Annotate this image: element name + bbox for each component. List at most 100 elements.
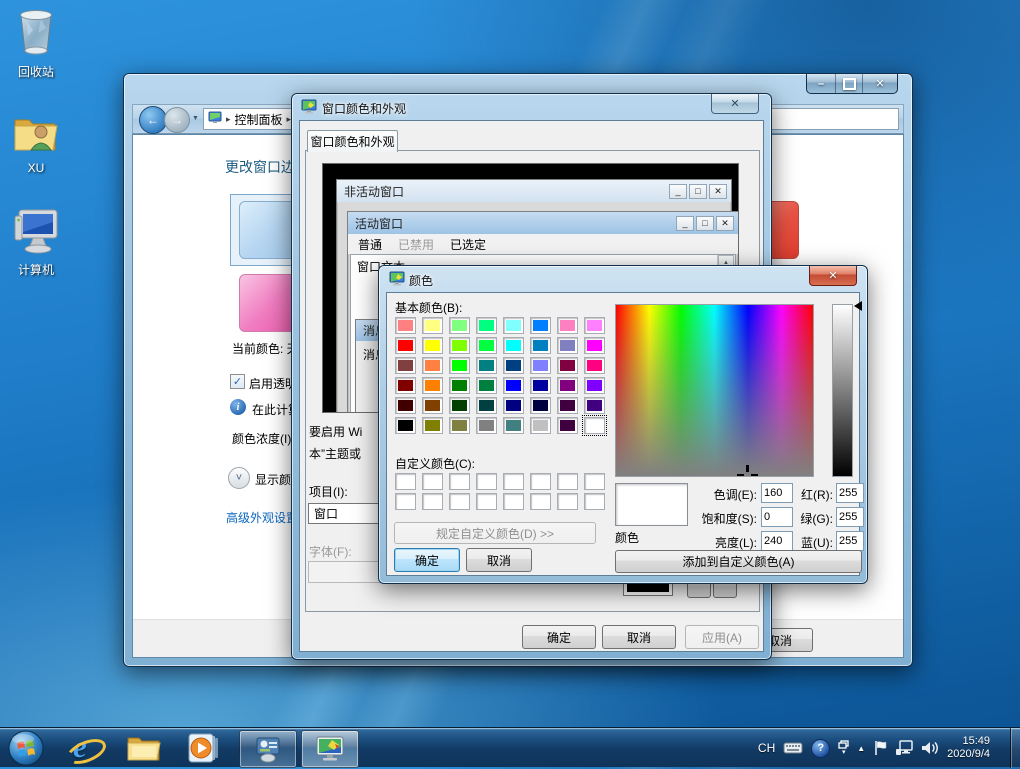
color-swatch[interactable] bbox=[557, 397, 578, 414]
transparency-checkbox[interactable]: ✓ bbox=[230, 374, 245, 389]
ime-toolbar-icon[interactable]: ▾ bbox=[838, 740, 849, 756]
color-swatch[interactable] bbox=[395, 357, 416, 374]
color-swatch[interactable] bbox=[476, 493, 497, 510]
taskbar-control-panel-button[interactable] bbox=[239, 730, 297, 768]
luminance-slider[interactable] bbox=[832, 304, 853, 477]
color-swatch[interactable] bbox=[530, 493, 551, 510]
color-swatch[interactable] bbox=[557, 337, 578, 354]
desktop-icon-recycle-bin[interactable]: 回收站 bbox=[0, 6, 72, 80]
action-center-flag-icon[interactable] bbox=[873, 740, 887, 756]
color-swatch[interactable] bbox=[584, 493, 605, 510]
minimize-button[interactable]: – bbox=[807, 74, 835, 93]
red-input[interactable] bbox=[836, 483, 864, 503]
back-button[interactable]: ← bbox=[139, 106, 167, 134]
color-swatch[interactable] bbox=[476, 377, 497, 394]
search-input[interactable] bbox=[762, 108, 899, 130]
green-input[interactable] bbox=[836, 507, 864, 527]
color-swatch[interactable] bbox=[503, 337, 524, 354]
color-swatch[interactable] bbox=[449, 357, 470, 374]
tab-window-color-appearance[interactable]: 窗口颜色和外观 bbox=[307, 130, 398, 152]
color-swatch[interactable] bbox=[476, 473, 497, 490]
color-swatch[interactable] bbox=[449, 397, 470, 414]
recent-pages-caret[interactable]: ▼ bbox=[192, 115, 199, 122]
saturation-input[interactable] bbox=[761, 507, 793, 527]
color-swatch[interactable] bbox=[530, 317, 551, 334]
color-swatch[interactable] bbox=[584, 357, 605, 374]
color-swatch-pink[interactable] bbox=[239, 274, 297, 332]
color-swatch[interactable] bbox=[530, 397, 551, 414]
forward-button-disabled[interactable]: → bbox=[164, 107, 190, 133]
color-swatch[interactable] bbox=[422, 473, 443, 490]
appearance-dialog-close-button[interactable]: ✕ bbox=[711, 94, 759, 114]
color-swatch[interactable] bbox=[584, 317, 605, 334]
blue-input[interactable] bbox=[836, 531, 864, 551]
color-swatch[interactable] bbox=[449, 377, 470, 394]
color-swatch[interactable] bbox=[449, 493, 470, 510]
appearance-dialog-titlebar[interactable]: 窗口颜色和外观 ✕ bbox=[292, 94, 771, 120]
breadcrumb-item[interactable]: 控制面板 bbox=[235, 111, 283, 128]
show-mixer-expander[interactable]: ˅ bbox=[228, 467, 250, 489]
color-swatch[interactable] bbox=[503, 357, 524, 374]
advanced-appearance-link[interactable]: 高级外观设置 bbox=[226, 509, 298, 526]
hue-saturation-field[interactable] bbox=[615, 304, 814, 477]
color-swatch[interactable] bbox=[422, 377, 443, 394]
color-swatch[interactable] bbox=[395, 317, 416, 334]
color-swatch[interactable] bbox=[584, 417, 605, 434]
show-hidden-icons-button[interactable]: ▲ bbox=[857, 744, 865, 753]
ok-button[interactable]: 确定 bbox=[394, 548, 460, 572]
start-button[interactable] bbox=[6, 730, 46, 766]
add-custom-color-button[interactable]: 添加到自定义颜色(A) bbox=[615, 550, 862, 573]
show-desktop-button[interactable] bbox=[1010, 728, 1020, 768]
color-swatch[interactable] bbox=[476, 417, 497, 434]
color-swatch[interactable] bbox=[503, 417, 524, 434]
ok-button[interactable]: 确定 bbox=[522, 625, 596, 649]
color-swatch[interactable] bbox=[449, 317, 470, 334]
color-swatch[interactable] bbox=[584, 377, 605, 394]
color-swatch[interactable] bbox=[449, 417, 470, 434]
color-swatch[interactable] bbox=[530, 473, 551, 490]
color-swatch[interactable] bbox=[476, 317, 497, 334]
color-dialog-titlebar[interactable]: 颜色 ✕ bbox=[379, 266, 867, 292]
color-swatch[interactable] bbox=[422, 337, 443, 354]
color-swatch[interactable] bbox=[557, 377, 578, 394]
color-swatch[interactable] bbox=[530, 337, 551, 354]
color-swatch[interactable] bbox=[395, 377, 416, 394]
color-swatch[interactable] bbox=[476, 357, 497, 374]
color-swatch[interactable] bbox=[422, 493, 443, 510]
desktop-icon-computer[interactable]: 计算机 bbox=[0, 206, 72, 278]
taskbar-explorer-button[interactable] bbox=[122, 730, 166, 766]
luminance-input[interactable] bbox=[761, 531, 793, 551]
color-swatch[interactable] bbox=[557, 417, 578, 434]
color-swatch[interactable] bbox=[584, 337, 605, 354]
color-swatch[interactable] bbox=[395, 473, 416, 490]
color-swatch[interactable] bbox=[503, 493, 524, 510]
color-swatch[interactable] bbox=[476, 337, 497, 354]
volume-icon[interactable] bbox=[921, 740, 939, 756]
color-swatch[interactable] bbox=[584, 473, 605, 490]
color-swatch[interactable] bbox=[557, 493, 578, 510]
color-swatch[interactable] bbox=[503, 473, 524, 490]
color-swatch[interactable] bbox=[503, 377, 524, 394]
color-swatch[interactable] bbox=[395, 397, 416, 414]
color-swatch[interactable] bbox=[449, 473, 470, 490]
ime-help-icon[interactable]: ? bbox=[811, 739, 830, 758]
color-swatch[interactable] bbox=[422, 397, 443, 414]
tray-clock[interactable]: 15:49 2020/9/4 bbox=[947, 735, 990, 761]
taskbar-personalization-button[interactable] bbox=[301, 730, 359, 768]
color-swatch[interactable] bbox=[449, 337, 470, 354]
cancel-button[interactable]: 取消 bbox=[602, 625, 676, 649]
color-swatch[interactable] bbox=[395, 493, 416, 510]
color-swatch[interactable] bbox=[395, 337, 416, 354]
color-swatch[interactable] bbox=[422, 317, 443, 334]
language-indicator[interactable]: CH bbox=[758, 741, 775, 755]
color-swatch[interactable] bbox=[395, 417, 416, 434]
color-swatch[interactable] bbox=[503, 397, 524, 414]
desktop-icon-xu-folder[interactable]: XU bbox=[0, 112, 72, 175]
keyboard-icon[interactable] bbox=[783, 741, 803, 755]
color-swatch[interactable] bbox=[476, 397, 497, 414]
color-swatch[interactable] bbox=[530, 377, 551, 394]
cancel-button[interactable]: 取消 bbox=[466, 548, 532, 572]
color-swatch[interactable] bbox=[503, 317, 524, 334]
color-swatch[interactable] bbox=[530, 357, 551, 374]
maximize-button[interactable] bbox=[835, 74, 862, 93]
